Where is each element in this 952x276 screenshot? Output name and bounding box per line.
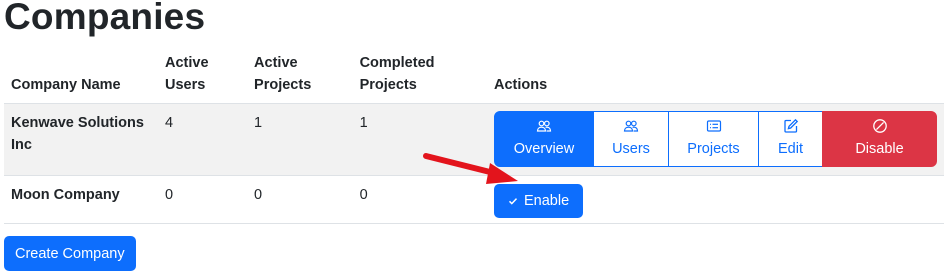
header-actions: Actions (487, 46, 944, 104)
people-icon (623, 120, 639, 132)
edit-label: Edit (778, 141, 803, 157)
company-name-cell: Kenwave Solutions Inc (4, 103, 159, 176)
check-icon (508, 198, 518, 205)
annotation-arrow (423, 153, 518, 184)
header-completed-projects-line1: Completed (359, 55, 435, 71)
company-name-cell: Moon Company (4, 175, 159, 224)
header-active-users-line2: Users (165, 77, 206, 93)
header-active-projects-line2: Projects (254, 77, 312, 93)
enable-label: Enable (524, 193, 570, 209)
active-users-cell: 4 (158, 103, 248, 176)
table-header: Company Name Active Users Active Project… (4, 46, 944, 104)
users-label: Users (612, 141, 650, 157)
header-completed-projects: Completed Projects (352, 46, 487, 104)
projects-button[interactable]: Projects (668, 111, 759, 167)
projects-label: Projects (687, 141, 740, 157)
active-projects-cell: 0 (247, 175, 353, 224)
disable-button[interactable]: Disable (822, 111, 937, 167)
slash-circle-icon (872, 119, 887, 133)
header-active-projects: Active Projects (247, 46, 353, 104)
header-active-users: Active Users (158, 46, 248, 104)
actions-cell: Enable (487, 175, 944, 224)
companies-table: Company Name Active Users Active Project… (4, 46, 944, 224)
active-projects-cell: 1 (247, 103, 353, 176)
users-button[interactable]: Users (593, 111, 669, 167)
edit-button[interactable]: Edit (758, 111, 823, 167)
pencil-square-icon (783, 118, 798, 133)
header-active-users-line1: Active (165, 55, 209, 71)
card-list-icon (706, 120, 721, 132)
active-users-cell: 0 (158, 175, 248, 224)
people-icon (536, 120, 552, 132)
header-completed-projects-line2: Projects (359, 77, 417, 93)
page-title: Companies (4, 0, 206, 37)
disable-label: Disable (855, 141, 904, 157)
header-active-projects-line1: Active (254, 55, 298, 71)
actions-button-group: Overview Users Projects Edit Disable (494, 111, 937, 167)
header-company-name: Company Name (4, 46, 159, 104)
create-company-button[interactable]: Create Company (4, 236, 136, 271)
actions-cell: Overview Users Projects Edit Disable (487, 103, 944, 176)
